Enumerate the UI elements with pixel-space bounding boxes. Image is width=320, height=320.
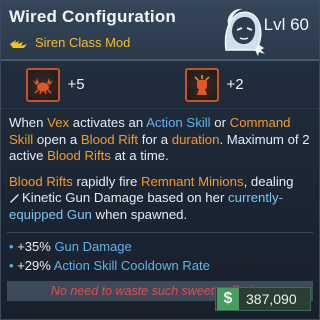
keyword-action-skill: Action Skill bbox=[146, 115, 211, 130]
stat-bonus-cooldown: • +29% Action Skill Cooldown Rate bbox=[9, 258, 210, 273]
keyword-vex: Vex bbox=[47, 115, 70, 130]
skill-bonus-row: +5 +2 bbox=[1, 61, 319, 109]
keyword-blood-rift: Blood Rift bbox=[80, 131, 139, 147]
keyword-blood-rifts: Blood Rifts bbox=[47, 148, 111, 163]
item-level: Lvl 60 bbox=[263, 15, 309, 34]
skill-bonus-1: +5 bbox=[25, 67, 136, 102]
item-card: Wired Configuration Siren Class Mod Lvl … bbox=[0, 0, 320, 320]
item-description: When Vex activates an Action Skill or Co… bbox=[1, 109, 319, 223]
money-icon: $ bbox=[217, 288, 239, 310]
item-title: Wired Configuration bbox=[9, 7, 177, 26]
card-header: Wired Configuration Siren Class Mod Lvl … bbox=[1, 1, 319, 61]
keyword-remnant-minions: Remnant Minions bbox=[140, 173, 244, 189]
keyword-blood-rifts: Blood Rifts bbox=[9, 173, 73, 189]
bonus-label: Action Skill Cooldown Rate bbox=[53, 258, 210, 273]
skill-bonus-2: +2 bbox=[184, 67, 295, 102]
crab-skill-icon bbox=[25, 67, 60, 102]
bonus-value: +35% bbox=[17, 239, 51, 254]
kinetic-damage-icon bbox=[9, 191, 20, 203]
item-subtitle-row: Siren Class Mod bbox=[9, 35, 130, 50]
bonus-value: +29% bbox=[17, 258, 51, 273]
skill-bonus-value: +2 bbox=[226, 76, 244, 93]
stat-bonus-list: • +35% Gun Damage • +29% Action Skill Co… bbox=[1, 233, 319, 279]
bonus-label: Gun Damage bbox=[54, 239, 132, 254]
price-tag: $ 387,090 bbox=[215, 287, 311, 311]
price-value: 387,090 bbox=[246, 291, 297, 307]
keyword-kinetic-gun-damage: Kinetic Gun Damage bbox=[22, 190, 144, 205]
description-paragraph-2: Blood Rifts rapidly fire Remnant Minions… bbox=[9, 173, 294, 222]
stat-bonus-gun-damage: • +35% Gun Damage bbox=[9, 239, 132, 254]
item-class: Siren Class Mod bbox=[35, 35, 131, 50]
fist-skill-icon bbox=[184, 67, 219, 102]
description-paragraph-1: When Vex activates an Action Skill or Co… bbox=[9, 115, 310, 163]
skill-bonus-value: +5 bbox=[67, 76, 85, 93]
vex-portrait-icon bbox=[218, 4, 268, 58]
rarity-wings-icon bbox=[9, 37, 29, 49]
keyword-duration: duration bbox=[171, 131, 220, 147]
